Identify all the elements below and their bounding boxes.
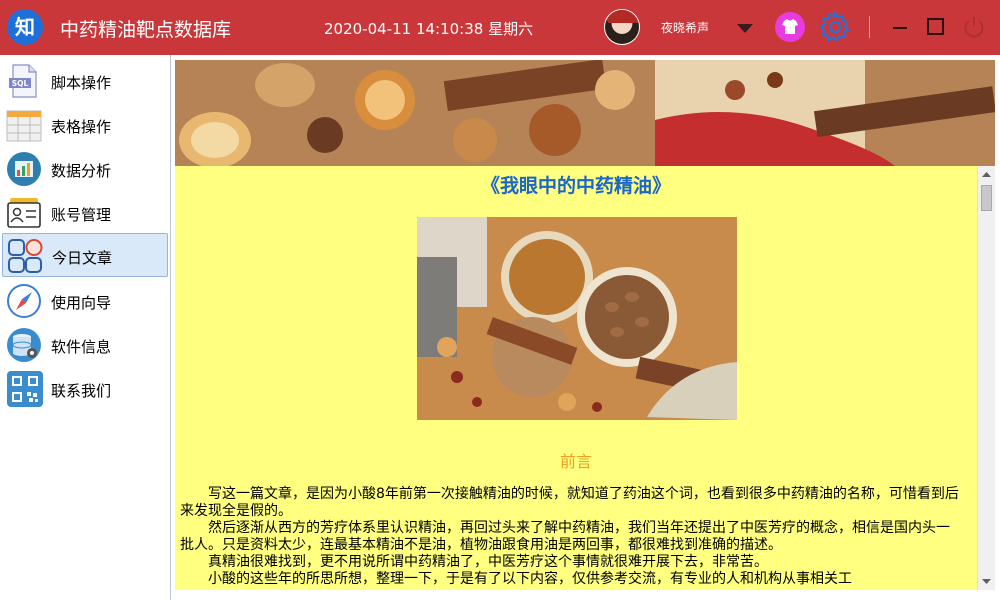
scroll-up-button[interactable] bbox=[978, 166, 995, 183]
sidebar-item-info[interactable]: 软件信息 bbox=[2, 323, 168, 367]
paragraph: 小酸的这些年的所思所想，整理一下，于是有了以下内容，仅供参考交流，有专业的人和机… bbox=[208, 571, 852, 587]
sidebar-item-label: 账号管理 bbox=[51, 206, 112, 224]
id-card-icon bbox=[7, 198, 41, 228]
sidebar-item-analysis[interactable]: 数据分析 bbox=[2, 147, 168, 191]
sql-file-icon: SQL bbox=[9, 64, 37, 98]
sidebar-item-label: 今日文章 bbox=[52, 249, 113, 267]
sidebar-item-guide[interactable]: 使用向导 bbox=[2, 279, 168, 323]
qr-code-icon bbox=[7, 371, 43, 407]
settings-button[interactable] bbox=[818, 10, 852, 44]
sidebar-item-label: 脚本操作 bbox=[51, 74, 112, 92]
sidebar: SQL 脚本操作 表格操作 数据分析 账号管理 今日文章 使用向导 软件信息 联… bbox=[0, 55, 171, 600]
compass-icon bbox=[7, 284, 41, 318]
content-area: 《我眼中的中药精油》 前言 写这一篇文章，是因为小酸8年前第一次接触精油的时候，… bbox=[175, 60, 995, 590]
avatar[interactable] bbox=[604, 9, 640, 45]
app-title: 中药精油靶点数据库 bbox=[60, 19, 232, 41]
article-body: 写这一篇文章，是因为小酸8年前第一次接触精油的时候，就知道了药油这个词，也看到很… bbox=[180, 486, 962, 588]
article-icon bbox=[8, 239, 43, 273]
vertical-scrollbar[interactable] bbox=[977, 166, 995, 590]
article-image bbox=[417, 217, 737, 420]
title-divider bbox=[869, 16, 870, 38]
banner-image bbox=[175, 60, 995, 166]
sidebar-item-account[interactable]: 账号管理 bbox=[2, 191, 168, 235]
database-gear-icon bbox=[7, 328, 41, 362]
skin-button[interactable] bbox=[775, 12, 805, 42]
datetime-display: 2020-04-11 14:10:38 星期六 bbox=[324, 20, 534, 38]
username[interactable]: 夜晓希声 bbox=[661, 19, 709, 36]
paragraph: 写这一篇文章，是因为小酸8年前第一次接触精油的时候，就知道了药油这个词，也看到很… bbox=[180, 486, 959, 519]
article-title: 《我眼中的中药精油》 bbox=[480, 175, 671, 197]
scroll-down-button[interactable] bbox=[978, 573, 995, 590]
paragraph: 真精油很难找到，更不用说所谓中药精油了，中医芳疗这个事情就很难开展下去，非常苦。 bbox=[208, 554, 768, 570]
chevron-up-icon bbox=[982, 172, 991, 177]
scroll-thumb[interactable] bbox=[981, 185, 992, 211]
maximize-icon bbox=[927, 18, 944, 35]
close-button[interactable] bbox=[960, 13, 988, 41]
chart-icon bbox=[7, 152, 41, 186]
minimize-button[interactable] bbox=[890, 14, 910, 40]
app-logo: 知 bbox=[7, 9, 43, 45]
sidebar-item-label: 使用向导 bbox=[51, 294, 112, 312]
maximize-button[interactable] bbox=[925, 14, 947, 40]
sidebar-item-table[interactable]: 表格操作 bbox=[2, 103, 168, 147]
power-icon bbox=[964, 17, 984, 38]
tshirt-icon bbox=[782, 19, 798, 34]
minimize-icon bbox=[893, 27, 907, 29]
chevron-down-icon bbox=[982, 579, 991, 584]
sidebar-item-label: 软件信息 bbox=[51, 338, 112, 356]
table-icon bbox=[6, 110, 42, 142]
chevron-down-icon bbox=[737, 24, 753, 33]
paragraph: 然后逐渐从西方的芳疗体系里认识精油，再回过头来了解中药精油，我们当年还提出了中医… bbox=[180, 520, 950, 553]
sidebar-item-article[interactable]: 今日文章 bbox=[2, 233, 168, 277]
section-heading: 前言 bbox=[559, 452, 592, 471]
sidebar-item-label: 联系我们 bbox=[51, 382, 112, 400]
gear-icon bbox=[819, 10, 850, 43]
sidebar-item-contact[interactable]: 联系我们 bbox=[2, 367, 168, 411]
sidebar-item-label: 表格操作 bbox=[51, 118, 112, 136]
article-panel: 《我眼中的中药精油》 前言 写这一篇文章，是因为小酸8年前第一次接触精油的时候，… bbox=[175, 166, 977, 590]
title-bar: 知 中药精油靶点数据库 2020-04-11 14:10:38 星期六 夜晓希声 bbox=[0, 0, 1000, 55]
sidebar-item-label: 数据分析 bbox=[51, 162, 112, 180]
user-menu-dropdown-button[interactable] bbox=[736, 20, 754, 34]
sidebar-item-script[interactable]: SQL 脚本操作 bbox=[2, 59, 168, 103]
svg-text:SQL: SQL bbox=[12, 79, 29, 88]
